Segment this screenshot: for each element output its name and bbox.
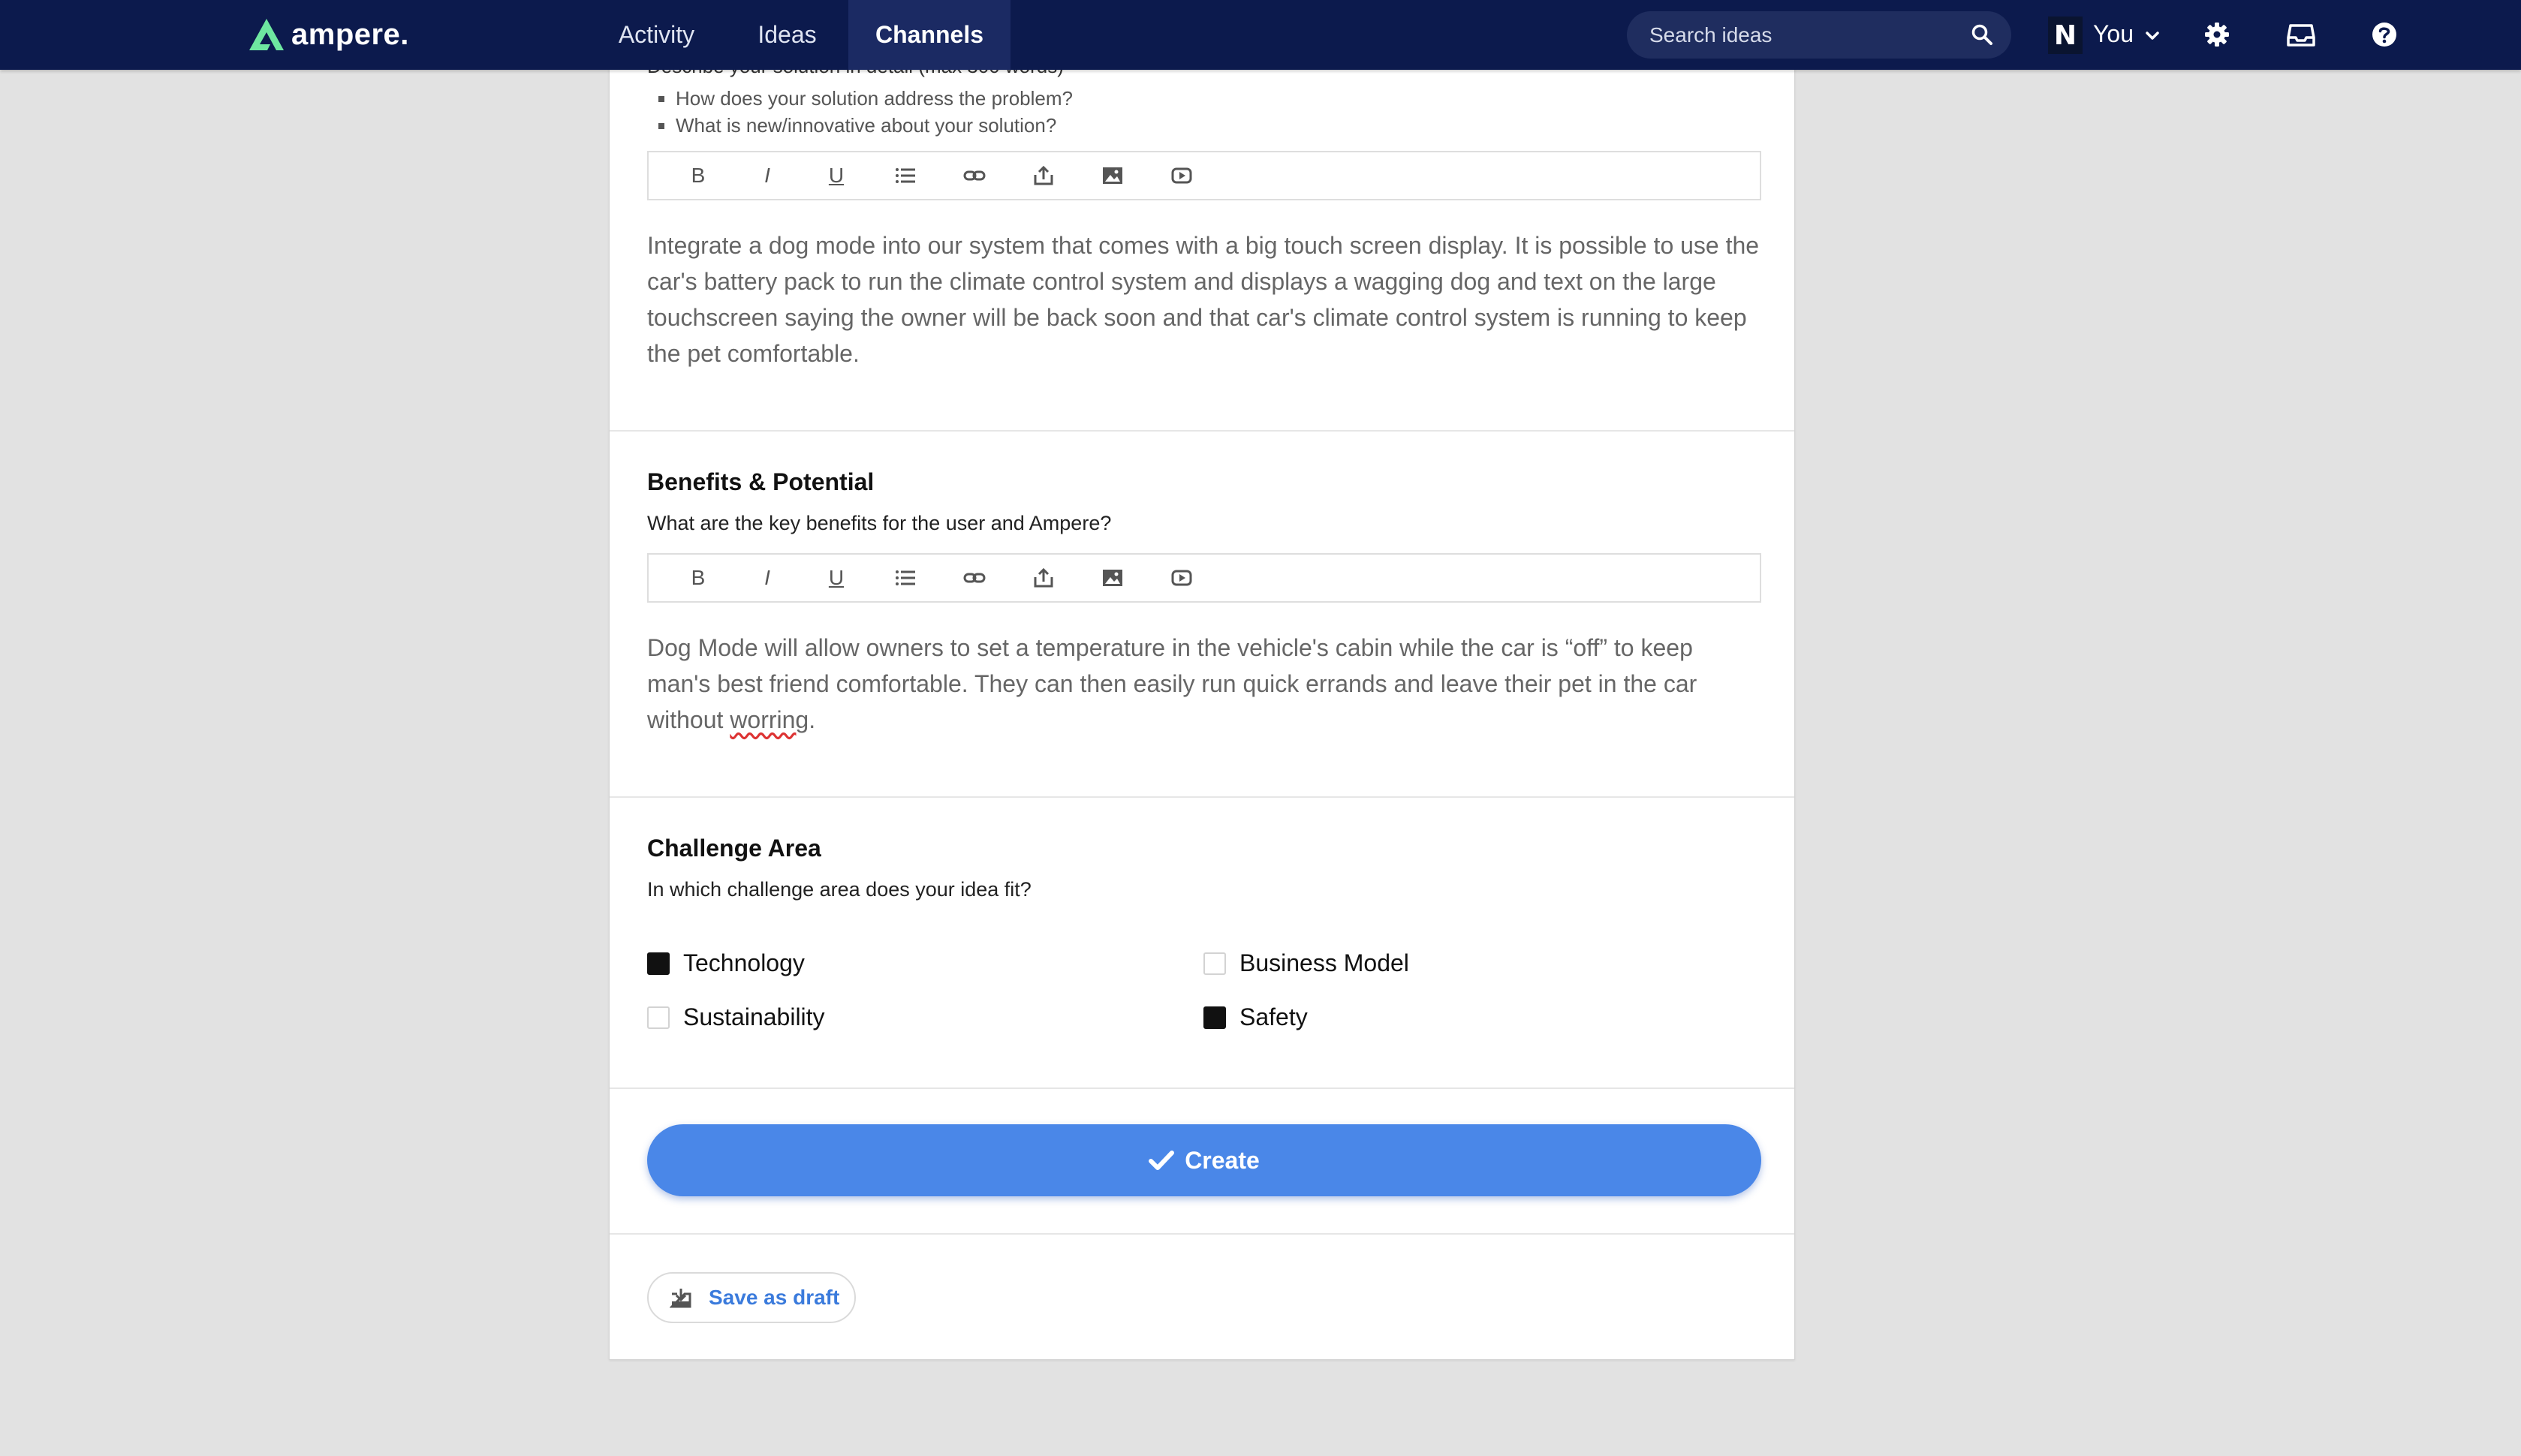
checkbox-label: Sustainability (683, 1003, 825, 1030)
section-divider (610, 1087, 1794, 1089)
benefits-question: What are the key benefits for the user a… (647, 512, 1112, 534)
video-icon (1171, 570, 1192, 586)
challenge-section-title: Challenge Area (647, 835, 821, 862)
checkbox-sustainability[interactable]: Sustainability (647, 1003, 825, 1031)
image-icon (1103, 570, 1122, 586)
list-icon (896, 570, 915, 585)
upload-button[interactable] (1009, 153, 1078, 198)
upload-icon (1034, 567, 1053, 588)
solution-hint-list: How does your solution address the probl… (647, 85, 1073, 139)
save-draft-icon (670, 1289, 691, 1308)
create-button-label: Create (1185, 1146, 1260, 1174)
checkbox-unchecked[interactable] (1203, 952, 1226, 975)
list-icon (896, 168, 915, 183)
save-draft-button[interactable]: Save as draft (647, 1272, 856, 1323)
bold-button[interactable]: B (664, 153, 733, 198)
checkbox-technology[interactable]: Technology (647, 949, 805, 977)
section-divider (610, 430, 1794, 432)
checkbox-label: Technology (683, 949, 805, 976)
benefits-section-title: Benefits & Potential (647, 468, 875, 495)
checkbox-checked[interactable] (1203, 1006, 1226, 1029)
idea-form-card: Describe your solution in detail (max 30… (609, 0, 1795, 1360)
link-icon (963, 170, 986, 181)
brand-name: ampere. (291, 17, 409, 51)
search-input[interactable] (1649, 11, 1950, 59)
video-button[interactable] (1147, 153, 1216, 198)
list-item: What is new/innovative about your soluti… (676, 112, 1073, 139)
italic-button[interactable]: I (733, 555, 802, 600)
create-button[interactable]: Create (647, 1124, 1761, 1196)
solution-editor-toolbar: B I U (647, 151, 1761, 200)
upload-button[interactable] (1009, 555, 1078, 600)
image-button[interactable] (1078, 153, 1147, 198)
upload-icon (1034, 165, 1053, 185)
benefits-editor-toolbar: B I U (647, 553, 1761, 603)
checkbox-business-model[interactable]: Business Model (1203, 949, 1409, 977)
checkbox-label: Safety (1239, 1003, 1308, 1030)
search-icon[interactable] (1971, 23, 1993, 46)
video-button[interactable] (1147, 555, 1216, 600)
video-icon (1171, 167, 1192, 184)
benefits-text-end: . (809, 706, 816, 733)
top-navigation-bar: ampere. Activity Ideas Channels N You (0, 0, 2521, 70)
tab-channels[interactable]: Channels (848, 0, 1011, 70)
checkbox-checked[interactable] (647, 952, 670, 975)
benefits-text-editor[interactable]: Dog Mode will allow owners to set a temp… (647, 630, 1761, 738)
brand-logo[interactable]: ampere. (248, 15, 409, 54)
list-item: How does your solution address the probl… (676, 85, 1073, 112)
save-draft-label: Save as draft (709, 1286, 840, 1309)
link-button[interactable] (940, 555, 1009, 600)
link-icon (963, 573, 986, 583)
search-box (1627, 11, 2011, 59)
avatar[interactable]: N (2048, 17, 2083, 54)
gear-icon[interactable] (2202, 20, 2232, 50)
italic-button[interactable]: I (733, 153, 802, 198)
help-icon[interactable] (2369, 20, 2399, 50)
checkmark-icon (1149, 1151, 1175, 1170)
misspelled-word: worring (730, 706, 809, 733)
checkbox-label: Business Model (1239, 949, 1409, 976)
underline-button[interactable]: U (802, 153, 871, 198)
section-divider (610, 1233, 1794, 1235)
image-icon (1103, 167, 1122, 184)
image-button[interactable] (1078, 555, 1147, 600)
inbox-icon[interactable] (2286, 20, 2316, 50)
ampere-logo-icon (249, 19, 284, 50)
bold-button[interactable]: B (664, 555, 733, 600)
checkbox-unchecked[interactable] (647, 1006, 670, 1029)
tab-ideas[interactable]: Ideas (739, 0, 835, 70)
checkbox-safety[interactable]: Safety (1203, 1003, 1308, 1031)
bullet-list-button[interactable] (871, 153, 940, 198)
solution-text-editor[interactable]: Integrate a dog mode into our system tha… (647, 227, 1761, 372)
challenge-question: In which challenge area does your idea f… (647, 878, 1032, 901)
tab-activity[interactable]: Activity (598, 0, 715, 70)
section-divider (610, 796, 1794, 798)
bullet-list-button[interactable] (871, 555, 940, 600)
chevron-down-icon[interactable] (2144, 27, 2161, 44)
link-button[interactable] (940, 153, 1009, 198)
underline-button[interactable]: U (802, 555, 871, 600)
user-menu-label[interactable]: You (2093, 20, 2134, 48)
